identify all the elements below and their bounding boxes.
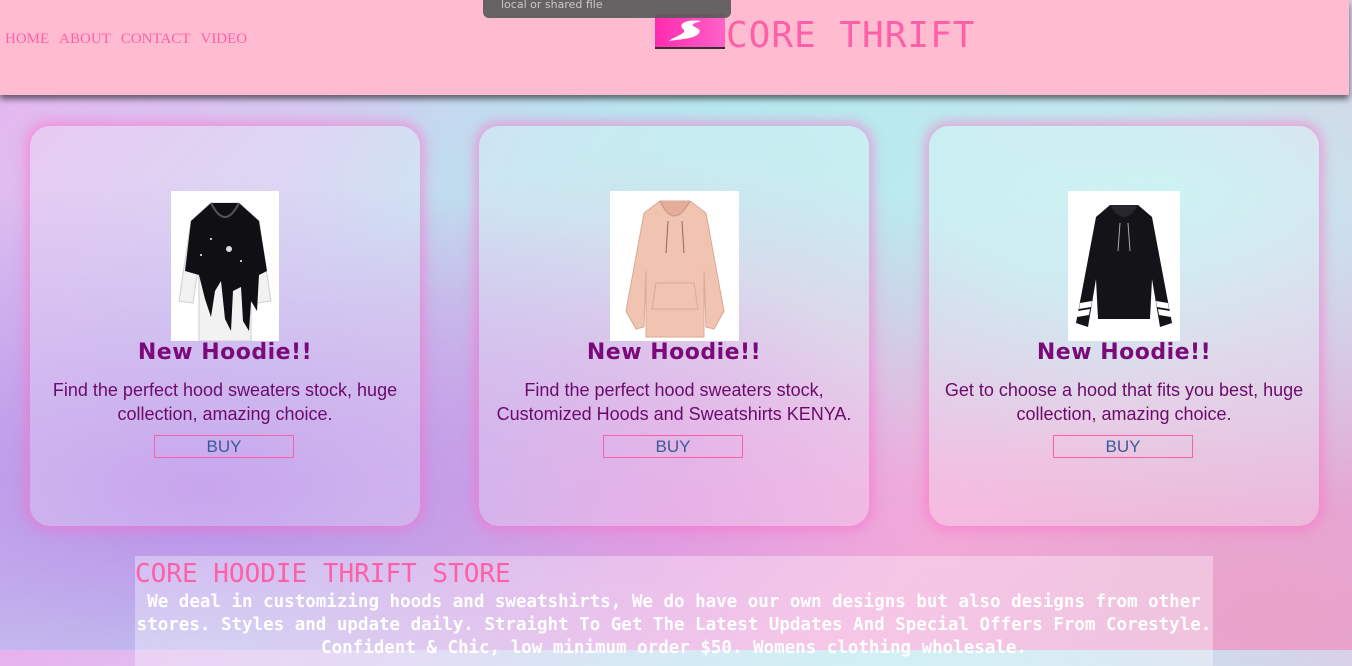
product-card: New Hoodie!! Find the perfect hood sweat…	[30, 126, 420, 526]
nav-about-link[interactable]: ABOUT	[59, 31, 111, 48]
card-title: New Hoodie!!	[586, 340, 762, 365]
buy-button[interactable]: BUY	[1053, 435, 1193, 458]
hoodie-drip-image	[171, 191, 279, 342]
nav-home-link[interactable]: HOME	[5, 31, 49, 48]
brand-title: CORE THRIFT	[726, 15, 976, 56]
hoodie-black-image	[1068, 191, 1180, 341]
nav-contact-link[interactable]: CONTACT	[121, 31, 191, 48]
card-description: Find the perfect hood sweaters stock, Cu…	[496, 380, 852, 424]
product-card: New Hoodie!! Find the perfect hood sweat…	[479, 126, 869, 526]
card-title: New Hoodie!!	[1036, 340, 1212, 365]
buy-button[interactable]: BUY	[603, 435, 743, 458]
card-title: New Hoodie!!	[137, 340, 313, 365]
main-nav: HOME ABOUT CONTACT VIDEO	[5, 31, 247, 48]
brand-logo[interactable]	[655, 14, 725, 49]
buy-button[interactable]: BUY	[154, 435, 294, 458]
nav-video-link[interactable]: VIDEO	[200, 31, 247, 48]
hoodie-peach-image	[610, 191, 739, 341]
product-card: New Hoodie!! Get to choose a hood that f…	[929, 126, 1319, 526]
swoosh-icon	[669, 20, 701, 41]
card-description: Find the perfect hood sweaters stock, hu…	[52, 380, 398, 424]
file-tooltip: local or shared file	[483, 0, 731, 18]
card-description: Get to choose a hood that fits you best,…	[944, 380, 1304, 424]
about-title: CORE HOODIE THRIFT STORE	[135, 559, 511, 589]
